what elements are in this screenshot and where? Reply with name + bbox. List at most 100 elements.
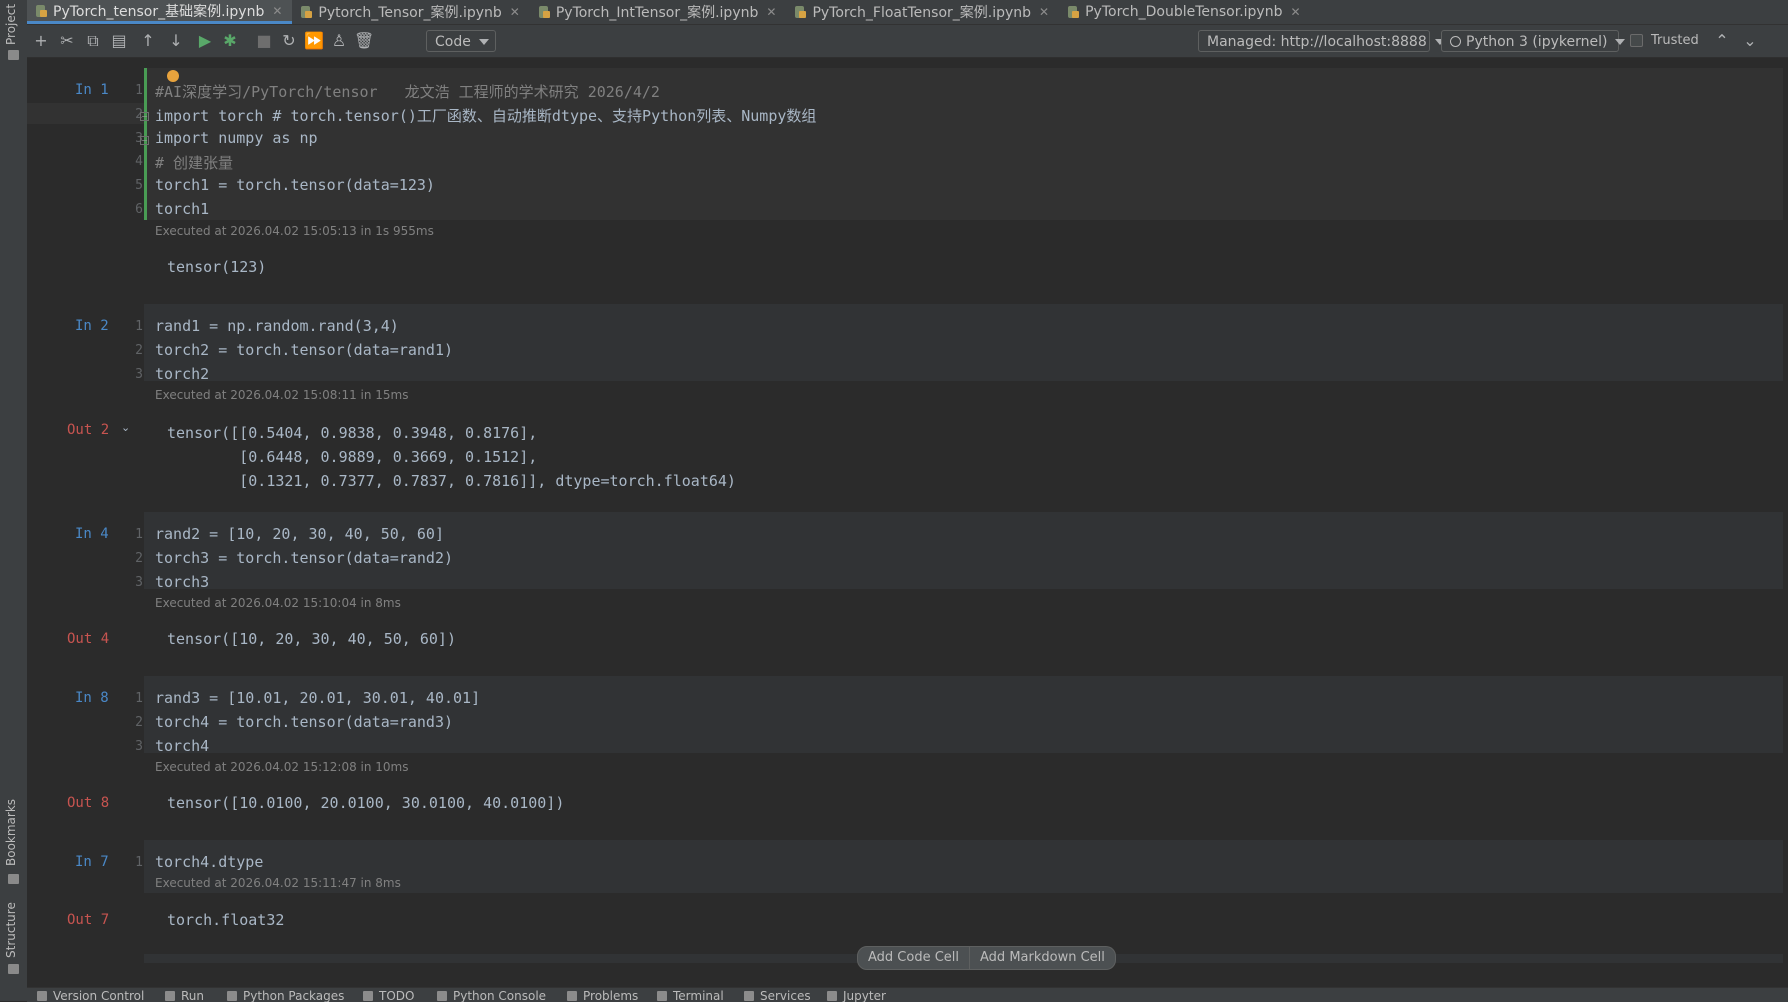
copy-icon[interactable]: ⧉ — [83, 31, 103, 51]
cut-icon[interactable]: ✂ — [57, 31, 77, 51]
delete-icon[interactable]: 🗑 — [354, 31, 374, 51]
notebook-toolbar: + ✂ ⧉ ▤ ↑ ↓ ▶ ✱ ■ ↻ ⏩ ♙ 🗑 Code Managed: … — [27, 25, 1788, 58]
tab-label: PyTorch_IntTensor_案例.ipynb — [555, 5, 759, 21]
python-console-tab[interactable]: Python Console — [437, 989, 546, 1002]
stop-icon[interactable]: ■ — [254, 31, 274, 51]
project-tool-button[interactable]: Project — [4, 4, 18, 45]
code-line[interactable]: torch2 = torch.tensor(data=rand1) — [155, 341, 453, 359]
kernel-status-icon — [1450, 36, 1461, 47]
problems-tab[interactable]: Problems — [567, 989, 638, 1002]
line-number: 3 — [135, 739, 143, 754]
variables-icon[interactable]: ♙ — [329, 31, 349, 51]
tab-label: PyTorch_FloatTensor_案例.ipynb — [812, 5, 1032, 21]
close-icon[interactable]: ✕ — [1039, 5, 1049, 19]
close-icon[interactable]: ✕ — [272, 4, 282, 18]
notebook-file-icon — [1067, 5, 1080, 19]
notebook-file-icon — [35, 4, 47, 18]
structure-icon[interactable] — [8, 964, 19, 974]
add-cell-icon[interactable]: + — [31, 31, 51, 51]
run-all-icon[interactable]: ⏩ — [304, 31, 324, 51]
notebook-file-icon — [538, 5, 550, 19]
cell-prompt-in: In 8 — [75, 690, 109, 706]
code-line[interactable]: torch3 — [155, 573, 209, 591]
jupyter-tab[interactable]: Jupyter — [827, 989, 886, 1002]
line-number: 6 — [135, 202, 143, 217]
restart-kernel-icon[interactable]: ↻ — [279, 31, 299, 51]
project-icon[interactable] — [8, 50, 19, 60]
execution-info: Executed at 2026.04.02 15:08:11 in 15ms — [155, 388, 409, 402]
notebook-file-icon — [300, 5, 313, 19]
close-icon[interactable]: ✕ — [1290, 5, 1300, 19]
add-markdown-cell-button[interactable]: Add Markdown Cell — [970, 946, 1116, 970]
notebook-editor: In 1 1 2 3 4 5 6 − − #AI深度学习/PyTorch/ten… — [27, 58, 1783, 963]
code-line[interactable]: torch4.dtype — [155, 853, 263, 871]
line-number: 2 — [135, 715, 143, 730]
cell-prompt-out: Out 4 — [67, 631, 110, 647]
tab-label: PyTorch_tensor_基础案例.ipynb — [53, 3, 265, 20]
code-line[interactable]: torch4 — [155, 737, 209, 755]
cell-output: tensor([10.0100, 20.0100, 30.0100, 40.01… — [167, 794, 565, 812]
fold-marker-icon[interactable]: − — [140, 136, 149, 145]
cell-prompt-out: Out 8 — [67, 795, 110, 811]
execution-info: Executed at 2026.04.02 15:11:47 in 8ms — [155, 876, 401, 890]
structure-tool-button[interactable]: Structure — [4, 902, 18, 958]
line-number: 1 — [135, 83, 143, 98]
chevron-down-icon — [478, 39, 489, 45]
code-line[interactable]: # 创建张量 — [155, 152, 233, 173]
cell-type-value: Code — [435, 34, 471, 50]
code-line[interactable]: #AI深度学习/PyTorch/tensor 龙文浩 工程师的学术研究 2026… — [155, 81, 660, 102]
cell-output: tensor([10, 20, 30, 40, 50, 60]) — [167, 630, 456, 648]
add-code-cell-button[interactable]: Add Code Cell — [857, 946, 971, 970]
scrollbar[interactable] — [1783, 58, 1788, 963]
cell-type-dropdown[interactable]: Code — [426, 30, 496, 52]
chevron-up-icon[interactable]: ⌃ — [1712, 31, 1732, 51]
tab-pytorch-tensor-basic[interactable]: PyTorch_tensor_基础案例.ipynb ✕ — [27, 0, 293, 24]
run-cell-icon[interactable]: ▶ — [195, 31, 215, 51]
version-control-tab[interactable]: Version Control — [37, 989, 144, 1002]
tab-pytorch-tensor-case[interactable]: Pytorch_Tensor_案例.ipynb ✕ — [292, 0, 529, 24]
code-line[interactable]: import numpy as np — [155, 129, 318, 147]
code-line[interactable]: torch1 = torch.tensor(data=123) — [155, 176, 435, 194]
terminal-tab[interactable]: Terminal — [657, 989, 724, 1002]
run-tab[interactable]: Run — [165, 989, 204, 1002]
kernel-dropdown[interactable]: Python 3 (ipykernel) — [1441, 30, 1626, 52]
fold-marker-icon[interactable]: − — [140, 112, 149, 121]
code-line[interactable]: import torch # torch.tensor()工厂函数、自动推断dt… — [155, 105, 816, 126]
trusted-checkbox[interactable] — [1630, 34, 1643, 47]
move-down-icon[interactable]: ↓ — [166, 31, 186, 51]
line-number: 1 — [135, 527, 143, 542]
server-dropdown[interactable]: Managed: http://localhost:8888 — [1198, 30, 1445, 52]
tab-pytorch-doubletensor[interactable]: PyTorch_DoubleTensor.ipynb ✕ — [1059, 0, 1310, 24]
kernel-value: Python 3 (ipykernel) — [1466, 34, 1608, 50]
tab-pytorch-floattensor[interactable]: PyTorch_FloatTensor_案例.ipynb ✕ — [786, 0, 1059, 24]
left-tool-strip: Project Bookmarks Structure — [0, 0, 28, 1001]
line-number: 1 — [135, 319, 143, 334]
paste-icon[interactable]: ▤ — [109, 31, 129, 51]
line-number: 2 — [135, 551, 143, 566]
code-line[interactable]: torch4 = torch.tensor(data=rand3) — [155, 713, 453, 731]
code-line[interactable]: rand3 = [10.01, 20.01, 30.01, 40.01] — [155, 689, 480, 707]
todo-tab[interactable]: TODO — [363, 989, 414, 1002]
bookmarks-tool-button[interactable]: Bookmarks — [4, 799, 18, 866]
line-number: 5 — [135, 178, 143, 193]
code-line[interactable]: rand2 = [10, 20, 30, 40, 50, 60] — [155, 525, 444, 543]
python-packages-tab[interactable]: Python Packages — [227, 989, 344, 1002]
tab-pytorch-inttensor[interactable]: PyTorch_IntTensor_案例.ipynb ✕ — [530, 0, 787, 24]
code-line[interactable]: torch2 — [155, 365, 209, 383]
move-up-icon[interactable]: ↑ — [138, 31, 158, 51]
code-line[interactable]: torch1 — [155, 200, 209, 218]
tab-label: Pytorch_Tensor_案例.ipynb — [318, 5, 502, 21]
add-cell-bar: Add Code Cell Add Markdown Cell — [857, 946, 1116, 970]
bookmarks-icon[interactable] — [8, 874, 19, 884]
line-number: 2 — [135, 343, 143, 358]
tool-window-bar: Version Control Run Python Packages TODO… — [27, 987, 1788, 1002]
chevron-down-icon — [1615, 39, 1626, 45]
code-line[interactable]: rand1 = np.random.rand(3,4) — [155, 317, 399, 335]
collapse-output-icon[interactable]: ⌄ — [121, 421, 130, 434]
chevron-down-icon[interactable]: ⌄ — [1740, 31, 1760, 51]
debug-icon[interactable]: ✱ — [220, 31, 240, 51]
code-line[interactable]: torch3 = torch.tensor(data=rand2) — [155, 549, 453, 567]
close-icon[interactable]: ✕ — [510, 5, 520, 19]
services-tab[interactable]: Services — [744, 989, 811, 1002]
close-icon[interactable]: ✕ — [766, 5, 776, 19]
